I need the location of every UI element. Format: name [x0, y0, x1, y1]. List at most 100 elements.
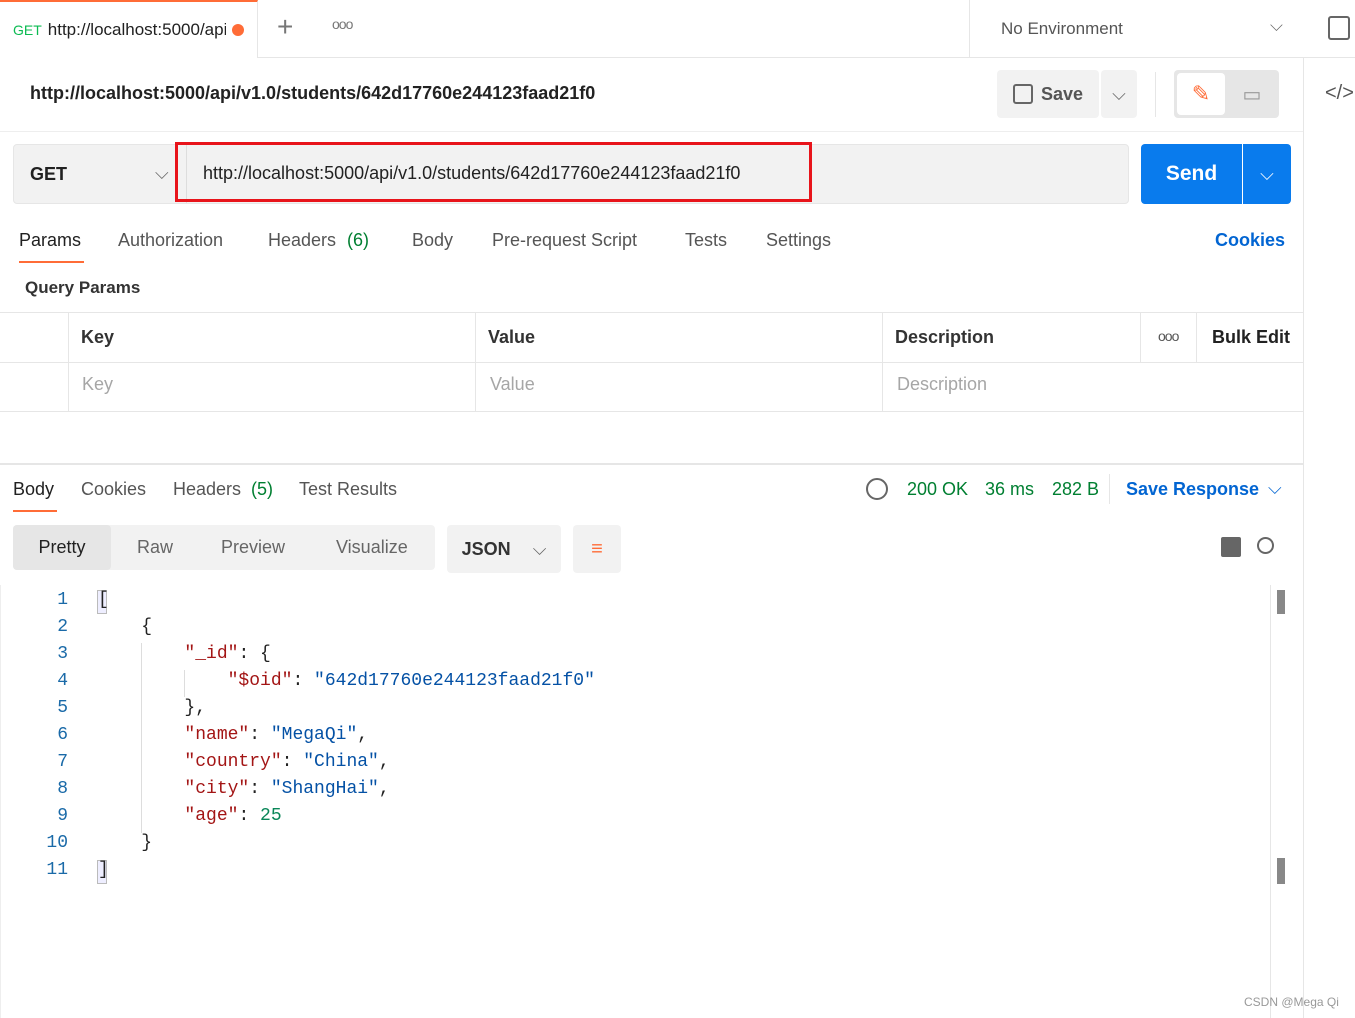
new-tab-plus-icon[interactable]: + [277, 13, 293, 41]
chevron-down-icon: ⌵ [1270, 16, 1283, 35]
code-line: [ [98, 590, 109, 610]
pretty-button[interactable]: Pretty [13, 525, 111, 570]
divider [1196, 312, 1197, 362]
code-line: }, [98, 698, 206, 718]
code-token: [ [98, 590, 109, 610]
code-token: "ShangHai" [270, 779, 379, 799]
code-line: "$oid": "642d17760e244123faad21f0" [98, 671, 595, 691]
code-token: ] [98, 860, 109, 880]
format-select[interactable]: JSON ⌵ [447, 525, 561, 573]
save-response-button[interactable]: Save Response [1126, 479, 1259, 500]
code-token: "China" [303, 752, 379, 772]
bulk-edit-button[interactable]: Bulk Edit [1212, 327, 1290, 348]
tab-response-cookies[interactable]: Cookies [81, 479, 146, 500]
code-token: { [98, 617, 153, 637]
line-number: 9 [57, 806, 68, 826]
line-number: 2 [57, 617, 68, 637]
value-input[interactable]: Value [490, 374, 535, 395]
url-input[interactable]: http://localhost:5000/api/v1.0/students/… [203, 163, 740, 184]
scrollbar-thumb[interactable] [1277, 590, 1285, 614]
environment-label: No Environment [1001, 18, 1123, 38]
tab-authorization[interactable]: Authorization [118, 230, 223, 251]
code-token: , [357, 725, 369, 745]
environment-select[interactable]: No Environment ⌵ [969, 0, 1303, 57]
code-token: : [281, 752, 304, 772]
tab-params[interactable]: Params [19, 230, 81, 251]
response-headers-count: (5) [251, 479, 273, 499]
code-token: 25 [260, 806, 282, 826]
tab-method: GET [13, 22, 42, 38]
code-token: , [378, 779, 390, 799]
code-token: : [249, 779, 271, 799]
save-label: Save [1040, 83, 1084, 104]
raw-button[interactable]: Raw [137, 537, 173, 558]
key-input[interactable]: Key [82, 374, 113, 395]
headers-count: (6) [347, 230, 369, 250]
pane-resizer[interactable] [0, 463, 1303, 465]
code-snippet-icon[interactable]: </> [1325, 82, 1354, 105]
divider [0, 362, 1303, 363]
divider [68, 312, 69, 412]
save-options-button[interactable]: ⌵ [1101, 70, 1137, 118]
divider [1155, 72, 1156, 117]
chevron-down-icon: ⌵ [155, 163, 169, 183]
watermark: CSDN @Mega Qi [1244, 995, 1339, 1009]
line-number: 10 [46, 833, 68, 853]
wrap-lines-icon[interactable]: ≡ [573, 525, 621, 573]
line-number: 3 [57, 644, 68, 664]
scrollbar-thumb[interactable] [1277, 858, 1285, 884]
response-size[interactable]: 282 B [1052, 479, 1099, 500]
code-line: "age": 25 [98, 806, 282, 826]
tab-response-body[interactable]: Body [13, 479, 54, 500]
method-select[interactable]: GET [30, 164, 67, 185]
code-line: } [98, 833, 152, 853]
chevron-down-icon: ⌵ [532, 538, 547, 559]
code-token: "MegaQi" [270, 725, 358, 745]
code-token: "name" [98, 725, 250, 745]
line-number: 6 [57, 725, 68, 745]
code-line: { [98, 617, 152, 637]
tab-body[interactable]: Body [412, 230, 453, 251]
preview-button[interactable]: Preview [221, 537, 285, 558]
tab-tests[interactable]: Tests [685, 230, 727, 251]
code-token: "age" [98, 806, 239, 826]
request-tab[interactable]: GET http://localhost:5000/api/v1.0/stude… [0, 0, 258, 58]
column-value: Value [488, 327, 536, 347]
line-number: 1 [57, 590, 68, 610]
query-params-title: Query Params [25, 278, 141, 297]
code-token: "city" [98, 779, 250, 799]
globe-icon[interactable] [866, 478, 888, 500]
send-button[interactable]: Send [1141, 144, 1242, 204]
environment-quick-look-icon[interactable] [1328, 16, 1350, 40]
divider [0, 585, 1, 1018]
search-icon[interactable] [1257, 537, 1274, 554]
divider [0, 131, 1303, 132]
send-options-button[interactable]: ⌵ [1243, 144, 1291, 204]
tab-response-headers[interactable]: Headers [173, 479, 241, 500]
tab-headers[interactable]: Headers [268, 230, 336, 251]
more-tabs-icon[interactable]: ooo [332, 16, 353, 32]
chevron-down-icon: ⌵ [1268, 478, 1282, 498]
visualize-button[interactable]: Visualize [336, 537, 408, 558]
tab-pre-request-script[interactable]: Pre-request Script [492, 230, 637, 251]
status-code[interactable]: 200 OK [907, 479, 968, 500]
more-options-icon[interactable]: ooo [1158, 328, 1179, 344]
comments-icon[interactable]: ▭ [1228, 73, 1276, 115]
cookies-link[interactable]: Cookies [1215, 230, 1285, 251]
copy-icon[interactable] [1221, 537, 1241, 557]
column-description: Description [895, 327, 995, 347]
code-token: "$oid" [98, 671, 293, 691]
description-input[interactable]: Description [897, 374, 987, 395]
response-time[interactable]: 36 ms [985, 479, 1034, 500]
tab-test-results[interactable]: Test Results [299, 479, 397, 500]
code-token: : [238, 806, 261, 826]
edit-pencil-icon[interactable]: ✎ [1177, 73, 1225, 115]
save-button[interactable]: Save [997, 70, 1099, 118]
tab-url: http://localhost:5000/api/v1.0/students/… [47, 20, 226, 39]
code-line: ] [98, 860, 109, 880]
divider [1109, 474, 1110, 504]
tab-settings[interactable]: Settings [766, 230, 831, 251]
unsaved-dot-icon [231, 24, 244, 36]
code-line: "_id": { [98, 644, 270, 664]
divider [882, 312, 883, 412]
